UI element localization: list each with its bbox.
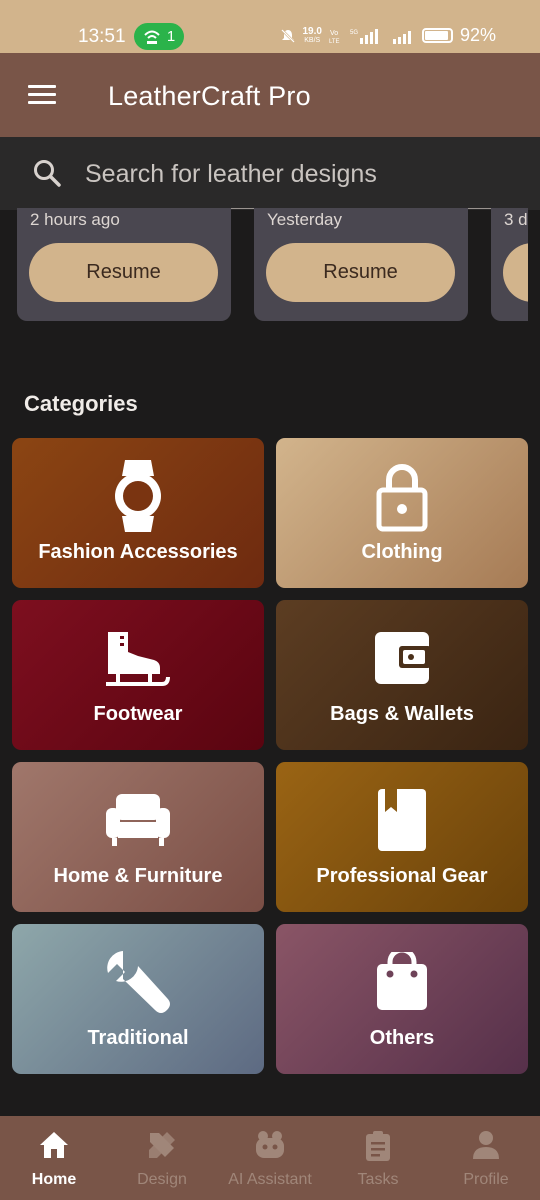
wallet-icon bbox=[375, 632, 431, 684]
category-label: Fashion Accessories bbox=[38, 541, 238, 563]
design-tools-icon bbox=[149, 1132, 175, 1158]
svg-text:Vo: Vo bbox=[330, 30, 338, 37]
nav-label: AI Assistant bbox=[228, 1171, 312, 1188]
resume-button[interactable]: Resume bbox=[29, 243, 218, 302]
person-icon bbox=[473, 1131, 499, 1159]
recent-project-time: 2 hours ago bbox=[30, 210, 120, 229]
svg-text:5G: 5G bbox=[350, 30, 358, 36]
resume-button[interactable] bbox=[503, 243, 528, 302]
home-icon bbox=[40, 1132, 68, 1158]
recent-projects-strip[interactable]: 2 hours ago Resume Yesterday Resume 3 d bbox=[0, 208, 528, 323]
search-icon bbox=[34, 160, 61, 187]
search-input[interactable]: Search for leather designs bbox=[85, 160, 377, 189]
shopping-bag-icon bbox=[377, 952, 427, 1010]
battery-icon bbox=[421, 28, 453, 43]
signal-2-icon bbox=[392, 30, 411, 44]
nav-profile[interactable]: Profile bbox=[432, 1116, 540, 1200]
mute-bell-icon bbox=[280, 28, 295, 43]
book-bookmark-icon bbox=[378, 789, 426, 851]
category-label: Footwear bbox=[93, 703, 183, 725]
category-fashion-accessories[interactable]: Fashion Accessories bbox=[12, 438, 264, 588]
category-professional-gear[interactable]: Professional Gear bbox=[276, 762, 528, 912]
nav-label: Home bbox=[31, 1171, 77, 1188]
nav-home[interactable]: Home bbox=[0, 1116, 108, 1200]
category-bags-wallets[interactable]: Bags & Wallets bbox=[276, 600, 528, 750]
category-footwear[interactable]: Footwear bbox=[12, 600, 264, 750]
nav-ai-assistant[interactable]: AI Assistant bbox=[216, 1116, 324, 1200]
net-speed: 19.0 KB/S bbox=[302, 25, 322, 44]
nav-tasks[interactable]: Tasks bbox=[324, 1116, 432, 1200]
lock-icon bbox=[376, 464, 428, 532]
category-label: Home & Furniture bbox=[53, 865, 223, 887]
category-clothing[interactable]: Clothing bbox=[276, 438, 528, 588]
status-time: 13:51 bbox=[78, 26, 126, 47]
nav-design[interactable]: Design bbox=[108, 1116, 216, 1200]
category-label: Bags & Wallets bbox=[330, 703, 474, 725]
category-label: Professional Gear bbox=[316, 865, 488, 887]
robot-icon bbox=[256, 1131, 284, 1158]
recent-project-time: Yesterday bbox=[267, 210, 342, 229]
nav-label: Tasks bbox=[357, 1171, 399, 1188]
battery-percent: 92% bbox=[459, 25, 496, 45]
menu-icon[interactable] bbox=[28, 85, 56, 105]
wrench-icon bbox=[107, 951, 170, 1013]
app-bar: LeatherCraft Pro bbox=[0, 53, 540, 137]
category-home-furniture[interactable]: Home & Furniture bbox=[12, 762, 264, 912]
category-others[interactable]: Others bbox=[276, 924, 528, 1074]
signal-1-icon: 5G bbox=[350, 28, 378, 44]
clipboard-icon bbox=[366, 1131, 390, 1161]
hotspot-badge: 1 bbox=[134, 23, 184, 50]
bottom-nav: Home Design AI Assistant Tasks Profile bbox=[0, 1116, 540, 1200]
category-label: Traditional bbox=[87, 1027, 189, 1049]
nav-label: Design bbox=[137, 1171, 187, 1188]
sofa-icon bbox=[106, 794, 170, 846]
watch-icon bbox=[115, 460, 161, 532]
svg-text:LTE: LTE bbox=[329, 39, 340, 45]
recent-project-time: 3 d bbox=[504, 210, 528, 229]
resume-button[interactable]: Resume bbox=[266, 243, 455, 302]
category-traditional[interactable]: Traditional bbox=[12, 924, 264, 1074]
app-title: LeatherCraft Pro bbox=[108, 81, 311, 111]
recent-project-card[interactable]: Yesterday Resume bbox=[254, 208, 468, 321]
recent-project-card[interactable]: 3 d bbox=[491, 208, 528, 321]
category-label: Others bbox=[369, 1027, 435, 1049]
hotspot-icon bbox=[144, 30, 160, 44]
category-label: Clothing bbox=[361, 541, 443, 563]
search-bar[interactable]: Search for leather designs bbox=[0, 137, 540, 210]
nav-label: Profile bbox=[463, 1171, 509, 1188]
recent-project-card[interactable]: 2 hours ago Resume bbox=[17, 208, 231, 321]
categories-heading: Categories bbox=[24, 391, 138, 416]
hotspot-count: 1 bbox=[166, 28, 176, 45]
ice-skate-icon bbox=[106, 632, 170, 686]
status-bar: 13:51 1 19.0 KB/S Vo LTE 5G 92% bbox=[0, 0, 540, 53]
volte-icon: Vo LTE bbox=[329, 30, 340, 45]
